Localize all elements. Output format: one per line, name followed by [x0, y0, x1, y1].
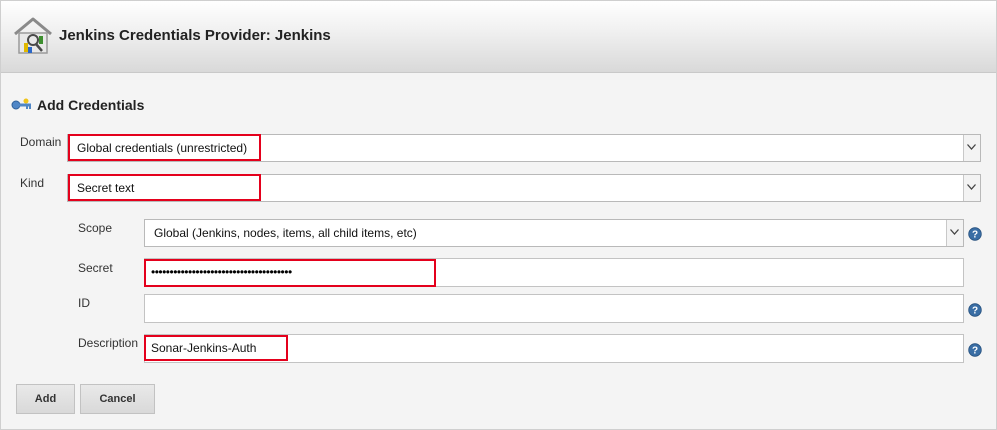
- credentials-house-key-icon: [14, 17, 52, 54]
- domain-select[interactable]: Global credentials (unrestricted): [67, 134, 981, 162]
- scope-dropdown-button[interactable]: [946, 220, 963, 246]
- svg-text:?: ?: [972, 230, 978, 241]
- section-title: Add Credentials: [37, 97, 145, 113]
- domain-dropdown-button[interactable]: [963, 135, 980, 161]
- scope-help-icon[interactable]: ?: [968, 227, 982, 241]
- description-label: Description: [78, 336, 139, 350]
- domain-select-value: Global credentials (unrestricted): [77, 141, 248, 155]
- credentials-page: Jenkins Credentials Provider: Jenkins Ad…: [0, 0, 997, 430]
- description-help-icon[interactable]: ?: [968, 343, 982, 357]
- chevron-down-icon: [967, 184, 976, 190]
- page-title: Jenkins Credentials Provider: Jenkins: [59, 27, 331, 44]
- kind-select[interactable]: Secret text: [67, 174, 981, 202]
- svg-text:?: ?: [972, 346, 978, 357]
- scope-select-value: Global (Jenkins, nodes, items, all child…: [154, 226, 417, 240]
- svg-text:?: ?: [972, 306, 978, 317]
- secret-input[interactable]: ••••••••••••••••••••••••••••••••••••••: [144, 258, 964, 287]
- secret-input-value: ••••••••••••••••••••••••••••••••••••••: [151, 265, 292, 279]
- description-input[interactable]: Sonar-Jenkins-Auth: [144, 334, 964, 363]
- id-input[interactable]: [144, 294, 964, 323]
- kind-select-value: Secret text: [77, 181, 135, 195]
- description-input-value: Sonar-Jenkins-Auth: [151, 341, 257, 355]
- add-button[interactable]: Add: [16, 384, 75, 414]
- scope-select[interactable]: Global (Jenkins, nodes, items, all child…: [144, 219, 964, 247]
- chevron-down-icon: [950, 229, 959, 235]
- scope-label: Scope: [78, 221, 113, 235]
- kind-label: Kind: [20, 176, 45, 190]
- id-label: ID: [78, 296, 90, 310]
- page-header: Jenkins Credentials Provider: Jenkins: [1, 1, 996, 73]
- key-icon: [11, 98, 31, 110]
- id-help-icon[interactable]: ?: [968, 303, 982, 317]
- cancel-button[interactable]: Cancel: [80, 384, 155, 414]
- kind-dropdown-button[interactable]: [963, 175, 980, 201]
- secret-label: Secret: [78, 261, 113, 275]
- domain-label: Domain: [20, 135, 62, 149]
- chevron-down-icon: [967, 144, 976, 150]
